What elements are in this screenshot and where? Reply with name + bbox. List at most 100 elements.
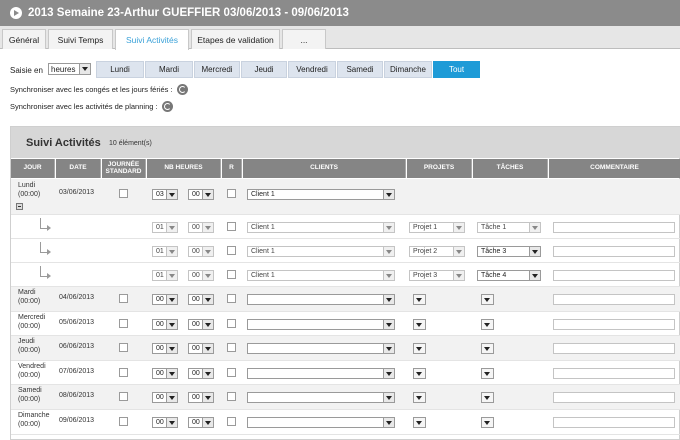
sync-icon[interactable] bbox=[176, 84, 188, 95]
r-checkbox[interactable] bbox=[227, 294, 236, 303]
day-button-dimanche[interactable]: Dimanche bbox=[384, 61, 432, 78]
minutes-select[interactable]: 00 bbox=[188, 189, 214, 200]
hours-select[interactable]: 03 bbox=[152, 189, 178, 200]
minutes-value: 00 bbox=[192, 321, 200, 328]
comment-input[interactable] bbox=[553, 270, 675, 281]
minutes-select[interactable]: 00 bbox=[188, 270, 214, 281]
projet-select[interactable] bbox=[413, 319, 426, 330]
minutes-select[interactable]: 00 bbox=[188, 417, 214, 428]
tache-select[interactable] bbox=[481, 417, 494, 428]
r-checkbox[interactable] bbox=[227, 343, 236, 352]
comment-input[interactable] bbox=[553, 417, 675, 428]
tache-select[interactable] bbox=[481, 343, 494, 354]
tache-select[interactable]: Tâche 4 bbox=[477, 270, 541, 281]
comment-input[interactable] bbox=[553, 343, 675, 354]
hours-select[interactable]: 01 bbox=[152, 246, 178, 257]
minutes-select[interactable]: 00 bbox=[188, 343, 214, 354]
r-checkbox[interactable] bbox=[227, 368, 236, 377]
sync-icon[interactable] bbox=[161, 101, 173, 112]
r-checkbox[interactable] bbox=[227, 222, 236, 231]
comment-input[interactable] bbox=[553, 319, 675, 330]
projet-select[interactable]: Projet 3 bbox=[409, 270, 465, 281]
journee-standard-checkbox[interactable] bbox=[119, 319, 128, 328]
r-checkbox[interactable] bbox=[227, 319, 236, 328]
tab-suivi-temps[interactable]: Suivi Temps bbox=[48, 29, 113, 49]
client-select[interactable]: Client 1 bbox=[247, 246, 395, 257]
client-select[interactable]: Client 1 bbox=[247, 270, 395, 281]
minutes-select[interactable]: 00 bbox=[188, 246, 214, 257]
client-select[interactable] bbox=[247, 294, 395, 305]
chevron-down-icon bbox=[202, 369, 213, 378]
tache-select[interactable] bbox=[481, 294, 494, 305]
r-checkbox[interactable] bbox=[227, 246, 236, 255]
client-select[interactable]: Client 1 bbox=[247, 189, 395, 200]
hours-select[interactable]: 01 bbox=[152, 222, 178, 233]
projet-select[interactable]: Projet 2 bbox=[409, 246, 465, 257]
projet-select[interactable] bbox=[413, 392, 426, 403]
day-button-jeudi[interactable]: Jeudi bbox=[241, 61, 287, 78]
comment-input[interactable] bbox=[553, 246, 675, 257]
client-select[interactable] bbox=[247, 392, 395, 403]
tab-etapes-validation[interactable]: Etapes de validation bbox=[191, 29, 280, 49]
tache-value: Tâche 4 bbox=[481, 272, 507, 279]
r-checkbox[interactable] bbox=[227, 392, 236, 401]
hours-select[interactable]: 01 bbox=[152, 270, 178, 281]
minutes-select[interactable]: 00 bbox=[188, 319, 214, 330]
tache-select[interactable]: Tâche 1 bbox=[477, 222, 541, 233]
projet-select[interactable] bbox=[413, 294, 426, 305]
day-button-mardi[interactable]: Mardi bbox=[145, 61, 193, 78]
client-select[interactable]: Client 1 bbox=[247, 222, 395, 233]
day-button-tout[interactable]: Tout bbox=[433, 61, 480, 78]
hours-select[interactable]: 00 bbox=[152, 368, 178, 379]
client-select[interactable] bbox=[247, 417, 395, 428]
minutes-value: 00 bbox=[192, 394, 200, 401]
r-checkbox[interactable] bbox=[227, 270, 236, 279]
collapse-icon[interactable] bbox=[16, 203, 23, 210]
tache-select[interactable] bbox=[481, 319, 494, 330]
client-select[interactable] bbox=[247, 368, 395, 379]
subrow-arrow-icon bbox=[40, 266, 51, 279]
comment-input[interactable] bbox=[553, 294, 675, 305]
hours-select[interactable]: 00 bbox=[152, 319, 178, 330]
journee-standard-checkbox[interactable] bbox=[119, 189, 128, 198]
r-checkbox[interactable] bbox=[227, 417, 236, 426]
journee-standard-checkbox[interactable] bbox=[119, 392, 128, 401]
day-time: (00:00) bbox=[18, 396, 41, 403]
comment-input[interactable] bbox=[553, 392, 675, 403]
journee-standard-checkbox[interactable] bbox=[119, 417, 128, 426]
hours-select[interactable]: 00 bbox=[152, 417, 178, 428]
day-button-samedi[interactable]: Samedi bbox=[337, 61, 383, 78]
hours-select[interactable]: 00 bbox=[152, 294, 178, 305]
day-button-mercredi[interactable]: Mercredi bbox=[194, 61, 240, 78]
journee-standard-checkbox[interactable] bbox=[119, 343, 128, 352]
minutes-select[interactable]: 00 bbox=[188, 392, 214, 403]
saisie-unit-select[interactable]: heures bbox=[48, 63, 91, 75]
projet-select[interactable] bbox=[413, 417, 426, 428]
panel-title: Suivi Activités bbox=[26, 137, 101, 149]
day-button-vendredi[interactable]: Vendredi bbox=[288, 61, 336, 78]
projet-select[interactable] bbox=[413, 368, 426, 379]
comment-input[interactable] bbox=[553, 368, 675, 379]
hours-select[interactable]: 00 bbox=[152, 392, 178, 403]
minutes-select[interactable]: 00 bbox=[188, 222, 214, 233]
client-select[interactable] bbox=[247, 319, 395, 330]
journee-standard-checkbox[interactable] bbox=[119, 294, 128, 303]
chevron-down-icon bbox=[383, 271, 394, 280]
chevron-down-icon bbox=[202, 271, 213, 280]
hours-select[interactable]: 00 bbox=[152, 343, 178, 354]
r-checkbox[interactable] bbox=[227, 189, 236, 198]
journee-standard-checkbox[interactable] bbox=[119, 368, 128, 377]
tab-general[interactable]: Général bbox=[2, 29, 46, 49]
client-select[interactable] bbox=[247, 343, 395, 354]
tache-select[interactable]: Tâche 3 bbox=[477, 246, 541, 257]
projet-select[interactable] bbox=[413, 343, 426, 354]
day-button-lundi[interactable]: Lundi bbox=[96, 61, 144, 78]
minutes-select[interactable]: 00 bbox=[188, 368, 214, 379]
minutes-select[interactable]: 00 bbox=[188, 294, 214, 305]
tab-more[interactable]: ... bbox=[282, 29, 326, 49]
tache-select[interactable] bbox=[481, 368, 494, 379]
tab-suivi-activites[interactable]: Suivi Activités bbox=[115, 29, 189, 50]
projet-select[interactable]: Projet 1 bbox=[409, 222, 465, 233]
tache-select[interactable] bbox=[481, 392, 494, 403]
comment-input[interactable] bbox=[553, 222, 675, 233]
